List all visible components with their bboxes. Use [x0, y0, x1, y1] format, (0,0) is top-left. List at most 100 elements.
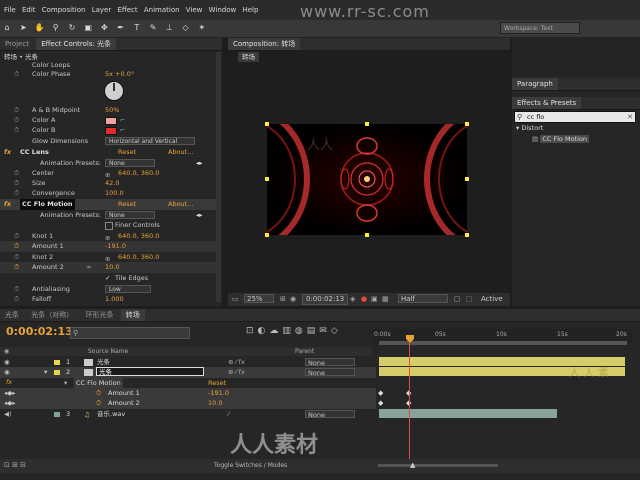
- menu-view[interactable]: View: [186, 0, 203, 20]
- stopwatch-icon[interactable]: ⏱: [14, 125, 19, 136]
- zoom-tool-icon[interactable]: ⚲: [51, 23, 61, 33]
- fx-icon[interactable]: fx: [4, 147, 11, 158]
- menu-help[interactable]: Help: [242, 0, 258, 20]
- cc-lens-about[interactable]: About...: [168, 147, 193, 158]
- stopwatch-icon[interactable]: ⏱: [14, 284, 19, 295]
- comp-name-tab[interactable]: 转场: [238, 52, 259, 62]
- tab-timeline-1[interactable]: 光条: [0, 309, 24, 321]
- fx-icon[interactable]: fx: [4, 199, 11, 210]
- switches-icons[interactable]: ⊕ ⁄ fx: [228, 367, 245, 378]
- speech-icon[interactable]: ✉: [319, 326, 331, 336]
- transform-handle[interactable]: [265, 233, 269, 237]
- eyedropper-icon[interactable]: ⌐: [120, 125, 125, 136]
- home-icon[interactable]: ⌂: [2, 23, 12, 33]
- layer-row-selected[interactable]: ◉ ▾ 2 光条 ⊕ ⁄ fx None: [0, 367, 376, 378]
- amount2-value[interactable]: 10.0: [105, 262, 119, 273]
- visibility-eye-icon[interactable]: ◉: [4, 357, 10, 368]
- timeline-effect-reset[interactable]: Reset: [208, 378, 226, 389]
- stopwatch-icon[interactable]: ⏱: [14, 294, 19, 305]
- tab-timeline-4[interactable]: 转场: [120, 309, 145, 321]
- eraser-tool-icon[interactable]: ◇: [181, 23, 191, 33]
- tab-timeline-3[interactable]: 环形光条: [80, 309, 118, 321]
- tab-effects-presets[interactable]: Effects & Presets: [512, 97, 582, 109]
- color-a-swatch[interactable]: [105, 117, 117, 125]
- always-preview-icon[interactable]: ▭: [232, 295, 239, 303]
- source-name-header[interactable]: Source Name: [88, 347, 128, 356]
- amount2-prop-value[interactable]: 10.0: [208, 398, 222, 409]
- effects-search-box[interactable]: ⚲ cc flo ✕: [514, 111, 636, 123]
- effect-result-item[interactable]: ▤ CC Flo Motion: [532, 135, 590, 143]
- motion-blur-icon[interactable]: ◍: [295, 326, 307, 336]
- convergence-value[interactable]: 100.0: [105, 188, 124, 199]
- timeline-effect-name[interactable]: CC Flo Motion: [74, 378, 123, 389]
- knot1-value[interactable]: 640.0, 360.0: [118, 231, 159, 242]
- transform-handle[interactable]: [365, 233, 369, 237]
- pan-behind-tool-icon[interactable]: ✥: [99, 23, 109, 33]
- clear-search-icon[interactable]: ✕: [627, 112, 633, 122]
- tab-timeline-2[interactable]: 光条（对称）: [26, 309, 78, 321]
- stopwatch-icon[interactable]: ⏱: [14, 188, 19, 199]
- label-color-swatch[interactable]: [54, 370, 60, 375]
- color-channel-icon[interactable]: ●: [361, 295, 367, 303]
- layer-name[interactable]: 音乐.wav: [97, 409, 125, 420]
- menu-file[interactable]: File: [4, 0, 16, 20]
- layer-row[interactable]: ◉ 1 光条 ⊕ ⁄ fx None: [0, 357, 376, 368]
- transform-handle[interactable]: [365, 122, 369, 126]
- layer-row[interactable]: ◀) 3 ♫ 音乐.wav ⁄ None: [0, 409, 376, 420]
- cc-lens-reset[interactable]: Reset: [118, 147, 136, 158]
- rotate-tool-icon[interactable]: ↻: [67, 23, 77, 33]
- graph-editor-icon[interactable]: ▤: [307, 326, 320, 336]
- tile-edges-checkbox[interactable]: ✓: [105, 273, 110, 284]
- stopwatch-icon[interactable]: ⏱: [14, 178, 19, 189]
- playhead-line[interactable]: [409, 343, 410, 463]
- color-phase-dial[interactable]: [104, 81, 124, 101]
- timeline-search-box[interactable]: ⚲: [70, 327, 190, 339]
- twirl-open-icon[interactable]: ▾: [44, 367, 47, 378]
- playhead-marker[interactable]: [406, 335, 414, 343]
- text-tool-icon[interactable]: T: [132, 23, 142, 33]
- work-area-bar[interactable]: [379, 341, 627, 345]
- region-of-interest-icon[interactable]: ▣: [371, 295, 378, 303]
- label-color-swatch[interactable]: [54, 360, 60, 365]
- amount1-prop-value[interactable]: -191.0: [208, 388, 229, 399]
- knot2-value[interactable]: 640.0, 360.0: [118, 252, 159, 263]
- fast-previews-icon[interactable]: ▢: [454, 295, 461, 303]
- parent-dropdown[interactable]: None: [305, 368, 355, 377]
- 3d-view-icon[interactable]: ⬚: [466, 295, 473, 303]
- comp-viewer-canvas[interactable]: 人人: [267, 124, 467, 235]
- puppet-tool-icon[interactable]: ✶: [197, 23, 207, 33]
- stopwatch-active-icon[interactable]: ⏱: [96, 398, 101, 409]
- toggle-switches-modes[interactable]: Toggle Switches / Modes: [214, 462, 287, 469]
- switches-icons[interactable]: ⁄: [228, 409, 229, 420]
- cc-flo-presets-dropdown[interactable]: None: [105, 211, 155, 219]
- keyframe-nav-icon[interactable]: ◂◆▸: [4, 388, 16, 399]
- effect-controls-scrollbar[interactable]: [216, 52, 221, 302]
- selection-tool-icon[interactable]: ➤: [18, 23, 28, 33]
- layer-bar[interactable]: 人 人 素: [379, 366, 625, 379]
- cc-flo-motion-reset[interactable]: Reset: [118, 199, 136, 210]
- zoom-slider[interactable]: [378, 464, 498, 467]
- channel-icon[interactable]: ◈: [350, 295, 355, 303]
- zoom-slider-thumb[interactable]: ▲: [410, 461, 415, 469]
- twirl-open-icon[interactable]: ▾: [64, 378, 67, 389]
- menu-animation[interactable]: Animation: [144, 0, 180, 20]
- transform-handle[interactable]: [465, 122, 469, 126]
- pen-tool-icon[interactable]: ✒: [116, 23, 126, 33]
- property-row[interactable]: ◂◆▸ ⏱ Amount 1 -191.0: [0, 388, 376, 399]
- zoom-dropdown[interactable]: 25%: [244, 294, 274, 303]
- stopwatch-icon[interactable]: ⏱: [14, 69, 19, 80]
- timeline-timecode[interactable]: 0:00:02:13: [6, 325, 73, 338]
- shy-icon[interactable]: ☁: [269, 326, 282, 336]
- stopwatch-icon[interactable]: ⏱: [14, 252, 19, 263]
- color-b-swatch[interactable]: [105, 127, 117, 135]
- stopwatch-active-icon[interactable]: ⏱: [96, 388, 101, 399]
- tab-paragraph[interactable]: Paragraph: [512, 78, 558, 90]
- grid-icon[interactable]: ⊞: [280, 295, 286, 303]
- layer-name-edit[interactable]: 光条: [96, 367, 204, 376]
- preset-nav-arrows-icon[interactable]: ◂▸: [196, 210, 203, 221]
- antialiasing-dropdown[interactable]: Low: [105, 285, 151, 293]
- finer-controls-checkbox[interactable]: [105, 222, 113, 230]
- parent-dropdown[interactable]: None: [305, 410, 355, 419]
- brush-tool-icon[interactable]: ✎: [148, 23, 158, 33]
- stopwatch-icon[interactable]: ⏱: [14, 231, 19, 242]
